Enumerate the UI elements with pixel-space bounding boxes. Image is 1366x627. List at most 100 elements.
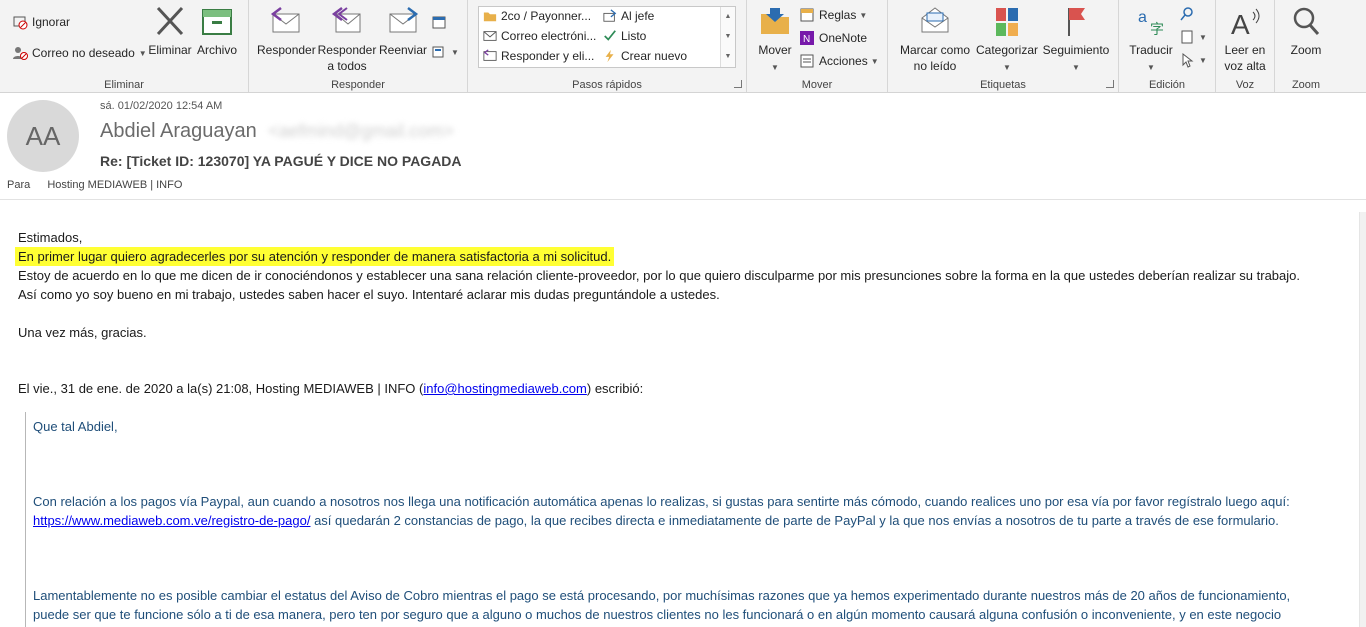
follow-up-button[interactable]: Seguimiento ▼	[1040, 4, 1112, 76]
read-aloud-button[interactable]: A Leer en voz alta	[1218, 4, 1272, 74]
more-reply-button[interactable]: ▼	[431, 44, 459, 60]
zoom-button[interactable]: Zoom	[1279, 4, 1333, 58]
onenote-label: OneNote	[819, 31, 868, 45]
archive-icon	[202, 9, 232, 35]
chevron-down-icon: ▼	[451, 47, 459, 57]
move-label: Mover	[758, 43, 792, 57]
group-label-eliminar: Eliminar	[104, 79, 144, 91]
quote-line: https://www.mediaweb.com.ve/registro-de-…	[33, 513, 1279, 528]
avatar[interactable]: AA	[7, 100, 79, 172]
reply-button[interactable]: Responder	[257, 4, 316, 58]
to-recipient[interactable]: Hosting MEDIAWEB | INFO	[47, 179, 182, 191]
group-label-zoom: Zoom	[1291, 79, 1321, 91]
quote-line: puede ser que te funcione sólo a ti de e…	[33, 607, 1282, 622]
body-line: Estoy de acuerdo en lo que me dicen de i…	[18, 268, 1300, 283]
translate-label: Traducir	[1129, 43, 1173, 57]
group-label-pasos-rapidos: Pasos rápidos	[572, 79, 642, 91]
translate-button[interactable]: a字 Traducir ▼	[1123, 4, 1179, 76]
quick-step-item[interactable]: Listo	[603, 29, 646, 43]
sender[interactable]: Abdiel Araguayan <aefmind@gmail.com>	[100, 120, 454, 143]
junk-label: Correo no deseado	[32, 46, 135, 60]
checkmark-icon	[604, 30, 616, 41]
related-button[interactable]: ▼	[1179, 29, 1207, 45]
meeting-reply-button[interactable]	[431, 14, 451, 30]
quick-steps-gallery: 2co / Payonner... Al jefe Correo electró…	[478, 6, 736, 68]
quote-bar	[25, 412, 26, 627]
email-link[interactable]: info@hostingmediaweb.com	[423, 381, 587, 396]
find-button[interactable]	[1179, 6, 1199, 22]
zoom-label: Zoom	[1290, 43, 1322, 57]
ignore-button[interactable]: Ignorar	[12, 14, 70, 30]
quick-step-item[interactable]: Responder y eli...	[483, 49, 594, 63]
group-label-edicion: Edición	[1148, 79, 1186, 91]
chevron-down-icon: ▼	[1072, 63, 1080, 72]
quick-step-item[interactable]: 2co / Payonner...	[483, 9, 591, 23]
forward-arrow-icon	[603, 9, 617, 22]
ribbon: Ignorar Correo no deseado ▼ Eliminar Arc…	[0, 0, 1366, 93]
group-label-voz: Voz	[1235, 79, 1255, 91]
archive-label: Archivo	[196, 43, 237, 57]
rules-button[interactable]: Reglas ▼	[799, 7, 867, 23]
header-divider	[0, 199, 1366, 200]
actions-button[interactable]: Acciones ▼	[799, 53, 879, 69]
more-icon[interactable]: ▼	[721, 47, 735, 67]
chevron-down-icon: ▼	[1003, 63, 1011, 72]
group-responder: Responder Responder a todos Reenviar ▼ R…	[249, 0, 468, 92]
quick-step-item[interactable]: Crear nuevo	[603, 49, 687, 63]
archive-button[interactable]: Archivo	[194, 4, 240, 58]
move-folder-icon	[761, 8, 789, 34]
sender-name[interactable]: Abdiel Araguayan	[100, 120, 257, 142]
quote-line: Con relación a los pagos vía Paypal, aun…	[33, 494, 1290, 509]
group-zoom: Zoom Zoom	[1275, 0, 1337, 92]
delete-button[interactable]: Eliminar	[146, 4, 194, 58]
reply-all-label-1: Responder	[317, 43, 377, 57]
group-mover: Mover ▼ Reglas ▼ N OneNote Acciones ▼ Mo…	[747, 0, 888, 92]
chevron-down-icon: ▼	[859, 10, 868, 20]
onenote-button[interactable]: N OneNote	[799, 30, 867, 46]
rules-label: Reglas	[819, 8, 857, 22]
folder-icon	[483, 12, 497, 22]
forward-icon	[389, 7, 419, 33]
scrollbar[interactable]	[1359, 212, 1366, 627]
to-label: Para	[7, 179, 31, 191]
quote-header: El vie., 31 de ene. de 2020 a la(s) 21:0…	[18, 381, 644, 396]
ignore-label: Ignorar	[32, 15, 71, 29]
search-icon	[1180, 7, 1193, 21]
dialog-launcher-icon[interactable]	[734, 80, 742, 88]
body-line: Así como yo soy bueno en mi trabajo, ust…	[18, 287, 720, 302]
mail-icon	[483, 31, 497, 41]
group-label-etiquetas: Etiquetas	[980, 79, 1026, 91]
document-icon	[1181, 30, 1193, 44]
mark-unread-button[interactable]: Marcar como no leído	[896, 4, 974, 74]
reply-all-button[interactable]: Responder a todos	[317, 4, 377, 74]
junk-button[interactable]: Correo no deseado ▼	[12, 45, 147, 61]
body-line-highlighted: En primer lugar quiero agradecerles por …	[15, 247, 615, 266]
delete-label: Eliminar	[148, 43, 192, 57]
lightning-icon	[605, 49, 614, 63]
registro-pago-link[interactable]: https://www.mediaweb.com.ve/registro-de-…	[33, 513, 310, 528]
chevron-down-icon[interactable]: ▼	[721, 27, 735, 47]
delete-x-icon	[156, 6, 184, 36]
onenote-icon: N	[800, 31, 814, 45]
reply-icon	[270, 7, 300, 33]
categorize-button[interactable]: Categorizar ▼	[974, 4, 1040, 76]
sender-email[interactable]: <aefmind@gmail.com>	[268, 121, 453, 141]
gallery-scrollbar[interactable]: ▲ ▼ ▼	[720, 7, 735, 67]
move-button[interactable]: Mover ▼	[753, 4, 797, 76]
translate-icon: a字	[1138, 9, 1164, 37]
actions-icon	[800, 54, 814, 68]
dialog-launcher-icon[interactable]	[1106, 80, 1114, 88]
select-button[interactable]: ▼	[1179, 52, 1207, 68]
group-eliminar: Ignorar Correo no deseado ▼ Eliminar Arc…	[0, 0, 249, 92]
quick-step-item[interactable]: Correo electróni...	[483, 29, 596, 43]
chevron-down-icon: ▼	[1199, 55, 1207, 65]
svg-text:A: A	[1231, 9, 1250, 40]
mark-unread-icon	[921, 7, 949, 33]
message-date: sá. 01/02/2020 12:54 AM	[100, 100, 223, 112]
rules-icon	[800, 8, 814, 22]
chevron-up-icon[interactable]: ▲	[721, 7, 735, 27]
quick-step-item[interactable]: Al jefe	[603, 9, 654, 23]
forward-label: Reenviar	[378, 43, 428, 57]
group-etiquetas: Marcar como no leído Categorizar ▼ Segui…	[888, 0, 1119, 92]
forward-button[interactable]: Reenviar	[377, 4, 429, 58]
